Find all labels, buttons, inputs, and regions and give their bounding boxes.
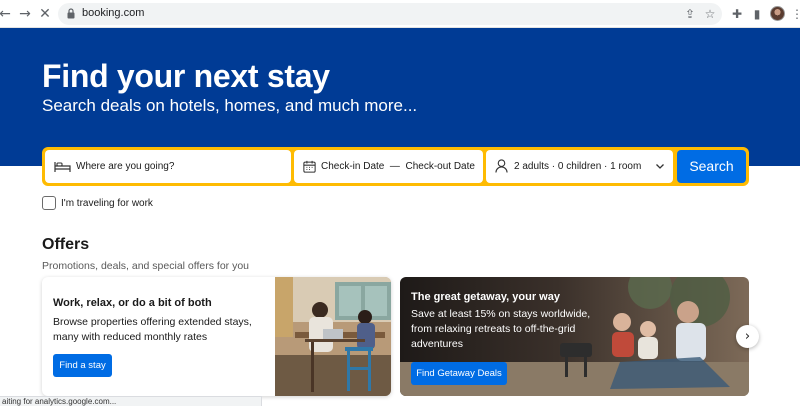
guests-label[interactable]: 2 adults · 0 children · 1 room (514, 161, 641, 172)
destination-placeholder[interactable]: Where are you going? (76, 161, 174, 172)
guests-field[interactable]: 2 adults · 0 children · 1 room (486, 150, 673, 183)
url-text[interactable]: booking.com (82, 7, 144, 19)
offer-card-title: The great getaway, your way (411, 291, 560, 303)
offer-card-photo (275, 277, 391, 396)
extensions-icon[interactable]: ✚ (728, 5, 746, 23)
offer-card-monthly-stays: Work, relax, or do a bit of both Browse … (42, 277, 391, 396)
offer-card-description: Save at least 15% on stays worldwide, fr… (411, 308, 591, 350)
find-getaway-deals-button[interactable]: Find Getaway Deals (411, 362, 507, 385)
find-a-stay-button[interactable]: Find a stay (53, 354, 112, 377)
calendar-icon (303, 160, 316, 173)
work-travel-checkbox[interactable] (42, 196, 56, 210)
dates-label[interactable]: Check-in Date — Check-out Date (321, 161, 475, 172)
destination-field[interactable]: Where are you going? (45, 150, 291, 183)
carousel-next-icon[interactable]: › (736, 325, 759, 348)
offer-card-getaway: The great getaway, your way Save at leas… (400, 277, 749, 396)
hero-banner: Find your next stay Search deals on hote… (0, 28, 800, 166)
browser-status-bar: aiting for analytics.google.com... (0, 396, 262, 406)
person-icon (495, 159, 508, 173)
hero-title: Find your next stay (42, 58, 330, 94)
offers-subtitle: Promotions, deals, and special offers fo… (42, 260, 250, 272)
profile-avatar[interactable] (770, 6, 785, 21)
forward-icon[interactable]: → (16, 5, 34, 23)
address-bar[interactable]: booking.com ⇪ ☆ (58, 3, 722, 25)
bed-icon (54, 162, 71, 172)
menu-icon[interactable]: ⋮ (788, 5, 800, 23)
search-bar: Where are you going? Check-in Date — Che… (42, 147, 749, 186)
offer-card-title: Work, relax, or do a bit of both (53, 297, 212, 309)
browser-toolbar: ← → ✕ booking.com ⇪ ☆ ✚ ▮ ⋮ (0, 0, 800, 28)
back-icon[interactable]: ← (0, 5, 14, 23)
bookmark-star-icon[interactable]: ☆ (702, 6, 718, 22)
offer-card-description: Browse properties offering extended stay… (53, 316, 252, 343)
side-panel-icon[interactable]: ▮ (748, 5, 766, 23)
offers-title: Offers (42, 236, 90, 253)
lock-icon[interactable] (67, 8, 75, 19)
share-icon[interactable]: ⇪ (682, 6, 698, 22)
search-button[interactable]: Search (677, 150, 746, 183)
dates-field[interactable]: Check-in Date — Check-out Date (294, 150, 483, 183)
stop-loading-icon[interactable]: ✕ (36, 5, 54, 23)
chevron-down-icon[interactable] (655, 161, 665, 171)
work-travel-label[interactable]: I'm traveling for work (61, 198, 153, 209)
hero-subtitle: Search deals on hotels, homes, and much … (42, 96, 418, 115)
